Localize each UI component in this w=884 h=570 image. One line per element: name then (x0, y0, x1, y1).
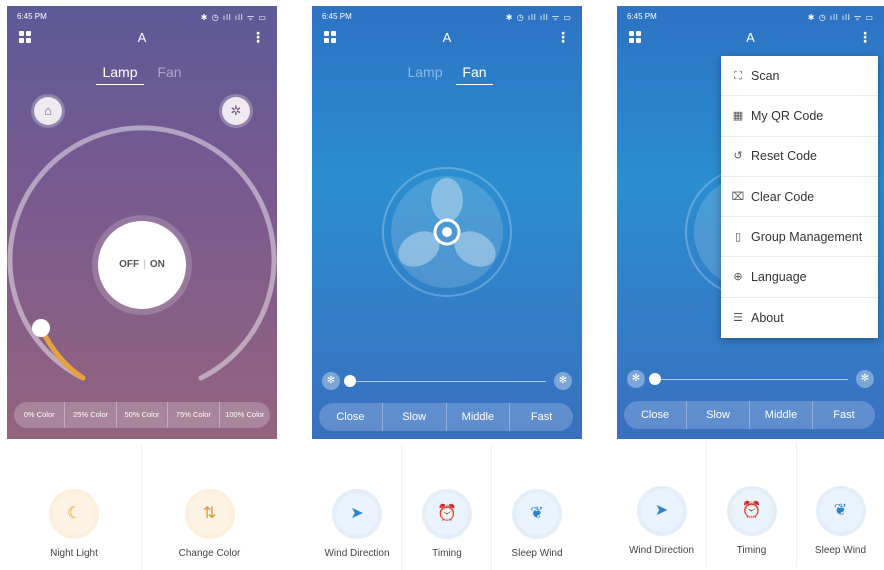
moon-icon: ☾ (53, 493, 95, 535)
menu-item-about[interactable]: ☰ About (721, 298, 878, 338)
timing-button[interactable]: ⏰ Timing (707, 442, 796, 567)
color-preset-50[interactable]: 50% Color (117, 402, 169, 428)
alarm-clock-icon: ⏰ (426, 493, 468, 535)
clear-icon: ⌧ (731, 190, 745, 203)
wind-direction-button[interactable]: ➤ Wind Direction (312, 445, 402, 570)
speed-slow[interactable]: Slow (383, 403, 447, 431)
wind-direction-label: Wind Direction (324, 548, 390, 559)
speed-middle[interactable]: Middle (750, 401, 813, 429)
leaf-icon: ❦ (819, 490, 862, 532)
fan-hub (442, 227, 452, 237)
fan-large-icon: ✻ (554, 372, 572, 390)
menu-item-label: Language (751, 270, 807, 285)
change-color-label: Change Color (178, 548, 241, 559)
menu-item-my-qr-code[interactable]: ▦ My QR Code (721, 96, 878, 137)
timing-label: Timing (736, 545, 767, 556)
speed-bar: Close Slow Middle Fast (624, 401, 875, 429)
globe-icon: ⊕ (733, 271, 743, 284)
night-light-label: Night Light (50, 548, 98, 559)
wind-direction-button[interactable]: ➤ Wind Direction (617, 442, 706, 567)
menu-item-label: Reset Code (751, 149, 818, 164)
speed-fast[interactable]: Fast (813, 401, 875, 429)
speed-slow[interactable]: Slow (687, 401, 750, 429)
group-icon: ▯ (734, 230, 742, 243)
fan-screen: 6:45 PM ✱ ◷ ıll ıll ᯤ ▭ A ⋮ Lamp Fan ✻ ✻… (312, 6, 582, 439)
speed-thumb[interactable] (649, 373, 661, 385)
about-icon: ☰ (733, 311, 743, 324)
menu-item-label: Group Management (751, 229, 863, 244)
speed-close[interactable]: Close (319, 403, 383, 431)
send-arrow-icon: ➤ (640, 490, 683, 532)
sleep-wind-button[interactable]: ❦ Sleep Wind (797, 442, 884, 567)
fan-speed-slider[interactable]: ✻ ✻ (322, 372, 572, 392)
speed-fast[interactable]: Fast (510, 403, 573, 431)
color-preset-25[interactable]: 25% Color (65, 402, 117, 428)
menu-item-label: Scan (751, 68, 780, 83)
menu-item-scan[interactable]: ⛶ Scan (721, 56, 878, 97)
send-arrow-icon: ➤ (336, 493, 378, 535)
sleep-wind-label: Sleep Wind (511, 548, 563, 559)
menu-item-label: Clear Code (751, 189, 815, 204)
sleep-wind-label: Sleep Wind (814, 545, 867, 556)
fan-small-icon: ✻ (322, 372, 340, 390)
off-label[interactable]: OFF (119, 259, 139, 270)
speed-middle[interactable]: Middle (447, 403, 511, 431)
speed-track[interactable] (348, 381, 546, 382)
speed-thumb[interactable] (344, 375, 356, 387)
menu-item-group-management[interactable]: ▯ Group Management (721, 217, 878, 258)
options-menu: ⛶ Scan ▦ My QR Code ↺ Reset Code ⌧ Clear Cod… (721, 56, 878, 338)
color-preset-0[interactable]: 0% Color (14, 402, 66, 428)
fan-small-icon: ✻ (627, 370, 645, 388)
fan-large-icon: ✻ (856, 370, 874, 388)
night-light-button[interactable]: ☾ Night Light (7, 445, 141, 570)
scan-icon: ⛶ (734, 69, 742, 82)
app-screens-collage: 6:45 PM ✱ ◷ ıll ıll ᯤ ▭ A ⋮ Lamp Fan ⌂ ✲ (0, 0, 884, 570)
change-color-button[interactable]: ⇅ Change Color (142, 445, 277, 570)
fan-speed-slider[interactable]: ✻ ✻ (627, 370, 874, 390)
menu-item-label: About (751, 310, 784, 325)
color-preset-75[interactable]: 75% Color (168, 402, 220, 428)
menu-item-language[interactable]: ⊕ Language (721, 257, 878, 298)
alarm-clock-icon: ⏰ (730, 490, 773, 532)
toggle-separator: | (143, 259, 146, 270)
color-swap-icon: ⇅ (188, 493, 231, 535)
timing-label: Timing (432, 548, 462, 559)
color-preset-100[interactable]: 100% Color (220, 402, 270, 428)
color-preset-bar: 0% Color 25% Color 50% Color 75% Color 1… (14, 402, 270, 428)
wind-direction-label: Wind Direction (628, 545, 695, 556)
menu-item-label: My QR Code (751, 108, 824, 123)
leaf-icon: ❦ (516, 493, 558, 535)
on-label[interactable]: ON (150, 259, 165, 270)
speed-bar: Close Slow Middle Fast (319, 403, 573, 431)
sleep-wind-button[interactable]: ❦ Sleep Wind (492, 445, 582, 570)
fan-graphic[interactable] (312, 6, 582, 306)
qr-code-icon: ▦ (732, 109, 744, 122)
menu-item-reset-code[interactable]: ↺ Reset Code (721, 137, 878, 177)
speed-track[interactable] (653, 379, 848, 380)
power-toggle[interactable]: OFF | ON (98, 221, 186, 309)
lamp-screen: 6:45 PM ✱ ◷ ıll ıll ᯤ ▭ A ⋮ Lamp Fan ⌂ ✲ (7, 6, 277, 439)
dial-thumb (32, 319, 50, 337)
timing-button[interactable]: ⏰ Timing (402, 445, 492, 570)
speed-close[interactable]: Close (624, 401, 687, 429)
reset-icon: ↺ (733, 150, 743, 163)
menu-item-clear-code[interactable]: ⌧ Clear Code (721, 177, 878, 218)
